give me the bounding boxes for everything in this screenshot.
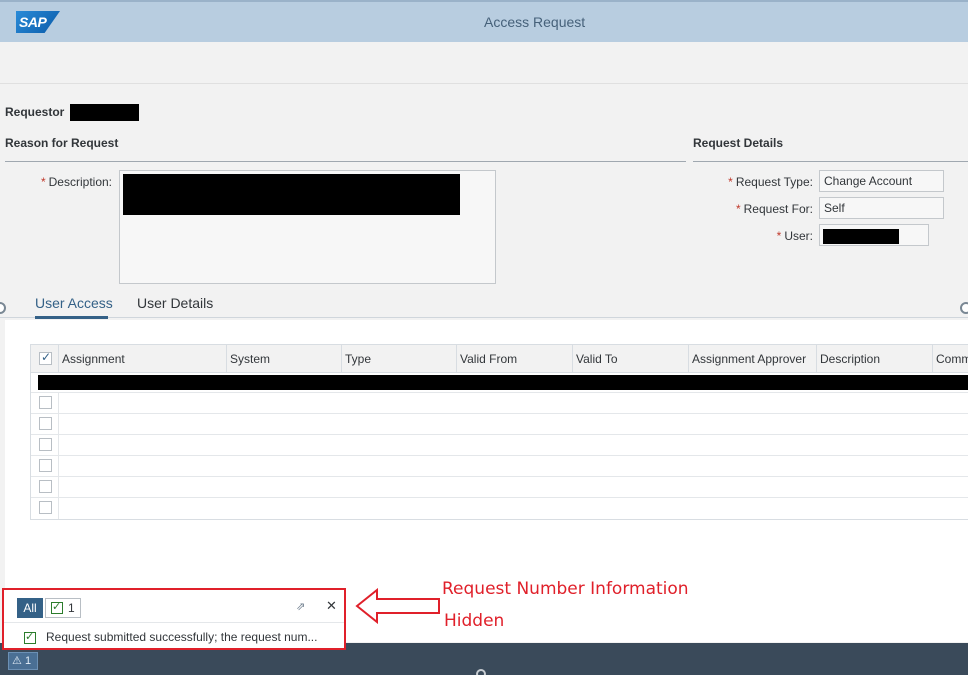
row-checkbox[interactable]: [39, 417, 52, 430]
column-header-valid-from[interactable]: Valid From: [460, 352, 517, 366]
request-for-label-text: Request For:: [743, 202, 813, 216]
message-text[interactable]: Request submitted successfully; the requ…: [46, 630, 317, 644]
success-icon: [51, 600, 63, 614]
column-header-description[interactable]: Description: [820, 352, 880, 366]
select-all-checkbox[interactable]: [39, 350, 52, 365]
share-icon[interactable]: ⇗: [296, 600, 305, 613]
annotation-line-2: Hidden: [444, 611, 505, 631]
table-row[interactable]: [31, 393, 968, 414]
header-divider: [341, 345, 342, 373]
table-row[interactable]: [31, 373, 968, 393]
message-toggle-button[interactable]: ⚠ 1: [8, 652, 38, 670]
table-header: Assignment System Type Valid From Valid …: [31, 345, 968, 373]
message-count: 1: [24, 655, 32, 667]
header-divider: [58, 345, 59, 373]
footer-handle[interactable]: [476, 669, 486, 675]
row-content-redacted: [38, 375, 968, 390]
app-title: Access Request: [484, 14, 586, 30]
popover-divider: [4, 622, 344, 623]
table-row[interactable]: [31, 414, 968, 435]
header-divider: [816, 345, 817, 373]
message-success-icon: [24, 630, 36, 644]
subheader-bar: [0, 42, 968, 84]
row-checkbox[interactable]: [39, 480, 52, 493]
row-divider: [58, 414, 59, 434]
table-row[interactable]: [31, 477, 968, 498]
description-label: * Description:: [40, 175, 112, 189]
assignment-table: Assignment System Type Valid From Valid …: [30, 344, 968, 520]
request-type-field[interactable]: Change Account: [819, 170, 944, 192]
tab-user-access[interactable]: User Access: [35, 295, 113, 311]
filter-all-button[interactable]: All: [17, 598, 43, 618]
row-divider: [58, 477, 59, 497]
description-label-text: Description:: [48, 175, 112, 189]
row-checkbox[interactable]: [39, 438, 52, 451]
column-header-system[interactable]: System: [230, 352, 270, 366]
request-for-label: * Request For:: [735, 202, 813, 216]
requestor-label: Requestor: [5, 105, 65, 119]
reason-section-divider: [5, 161, 686, 162]
row-divider: [58, 456, 59, 476]
annotation-arrow-icon: [355, 588, 440, 624]
filter-success-button[interactable]: 1: [45, 598, 81, 618]
message-popover: All 1 ⇗ ✕ Request submitted successfully…: [2, 588, 346, 650]
row-divider: [58, 498, 59, 519]
row-divider: [58, 435, 59, 455]
collapse-right-handle[interactable]: [960, 302, 968, 314]
message-alert-icon: ⚠: [12, 655, 22, 667]
table-row[interactable]: [31, 498, 968, 519]
header-divider: [688, 345, 689, 373]
user-value-redacted: [823, 229, 899, 244]
requestor-value-redacted: [70, 104, 139, 121]
table-row[interactable]: [31, 456, 968, 477]
row-checkbox[interactable]: [39, 459, 52, 472]
active-tab-indicator: [35, 316, 108, 319]
user-label-text: User:: [784, 229, 813, 243]
header-divider: [226, 345, 227, 373]
header-divider: [932, 345, 933, 373]
shell-header: SAP Access Request: [0, 0, 968, 42]
column-header-type[interactable]: Type: [345, 352, 371, 366]
tab-bar: User Access User Details: [0, 290, 968, 318]
table-row[interactable]: [31, 435, 968, 456]
reason-section-title: Reason for Request: [5, 136, 119, 150]
column-header-valid-to[interactable]: Valid To: [576, 352, 618, 366]
header-divider: [572, 345, 573, 373]
request-details-divider: [693, 161, 968, 162]
row-divider: [58, 393, 59, 413]
column-header-assignment[interactable]: Assignment: [62, 352, 125, 366]
close-icon[interactable]: ✕: [326, 598, 337, 614]
request-type-label: * Request Type:: [728, 175, 813, 189]
user-label: * User:: [776, 229, 813, 243]
success-count: 1: [68, 601, 75, 615]
annotation-line-1: Request Number Information: [442, 579, 689, 599]
row-checkbox[interactable]: [39, 396, 52, 409]
request-type-label-text: Request Type:: [735, 175, 813, 189]
request-for-field[interactable]: Self: [819, 197, 944, 219]
row-checkbox[interactable]: [39, 501, 52, 514]
header-divider: [456, 345, 457, 373]
column-header-comments[interactable]: Comm: [936, 352, 968, 366]
tab-user-details[interactable]: User Details: [137, 295, 213, 311]
column-header-assignment-approver[interactable]: Assignment Approver: [692, 352, 806, 366]
description-redacted: [123, 174, 460, 215]
request-details-section-title: Request Details: [693, 136, 784, 150]
